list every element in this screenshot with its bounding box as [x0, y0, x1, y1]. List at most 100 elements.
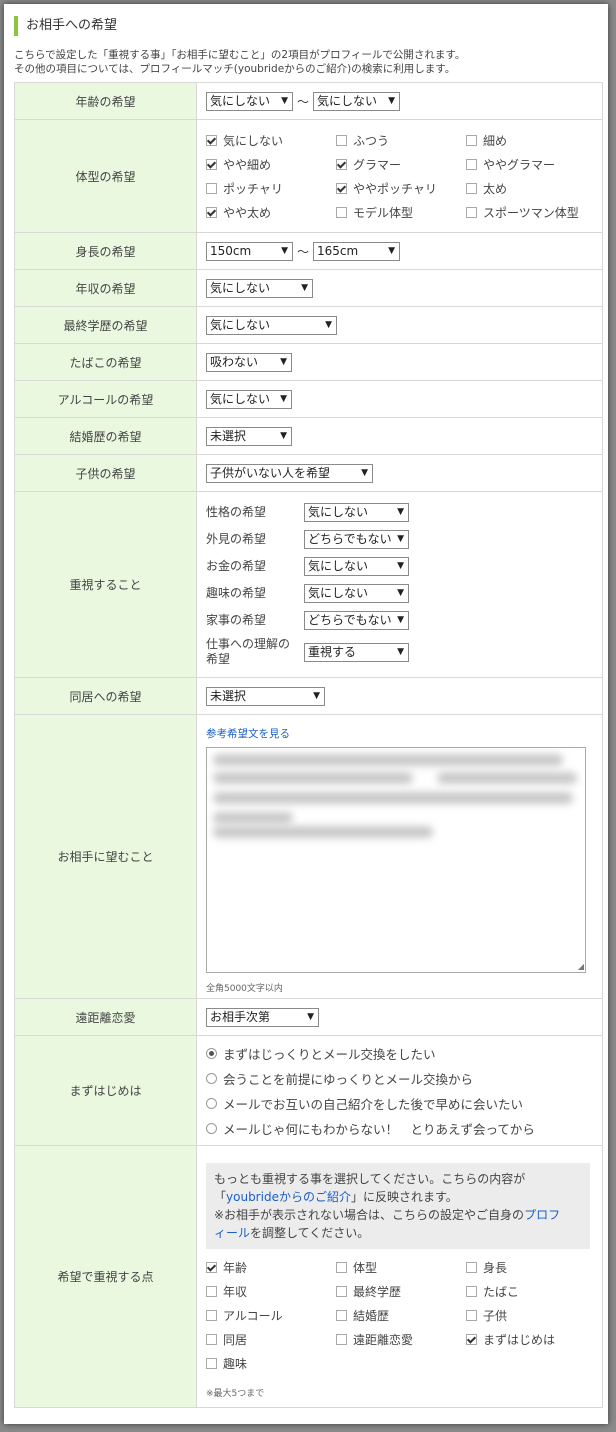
- priority-select[interactable]: 気にしない ▼: [304, 557, 409, 576]
- checkbox[interactable]: [206, 1285, 217, 1297]
- checkbox[interactable]: [206, 1261, 217, 1273]
- important-option[interactable]: 体型: [336, 1259, 466, 1276]
- distance-select[interactable]: お相手次第 ▼: [206, 1007, 319, 1027]
- checkbox[interactable]: [466, 1309, 477, 1321]
- checkbox[interactable]: [466, 206, 477, 218]
- profile-link-cont[interactable]: ィール: [214, 1226, 250, 1240]
- first-step-option[interactable]: メールでお互いの自己紹介をした後で早めに会いたい: [206, 1091, 602, 1116]
- char-limit-note: 全角5000文字以内: [206, 983, 283, 994]
- info-line-1: もっとも重視する事を選択してください。こちらの内容が: [214, 1171, 526, 1186]
- checkbox[interactable]: [466, 1333, 477, 1345]
- alcohol-select[interactable]: 気にしない ▼: [206, 389, 292, 409]
- important-option[interactable]: 年齢: [206, 1259, 336, 1276]
- cohabit-value: 未選択: [210, 688, 247, 703]
- checkbox[interactable]: [206, 1309, 217, 1321]
- income-select[interactable]: 気にしない ▼: [206, 278, 313, 298]
- checkbox[interactable]: [336, 134, 347, 146]
- important-option[interactable]: アルコール: [206, 1307, 336, 1324]
- option-label: メールでお互いの自己紹介をした後で早めに会いたい: [223, 1096, 524, 1112]
- body-type-option[interactable]: ややグラマー: [466, 156, 596, 173]
- body-type-option[interactable]: ポッチャリ: [206, 180, 336, 197]
- checkbox[interactable]: [336, 1261, 347, 1273]
- youbride-intro-link[interactable]: youbrideからのご紹介: [226, 1190, 351, 1204]
- body-type-option[interactable]: 細め: [466, 132, 596, 149]
- children-select[interactable]: 子供がいない人を希望 ▼: [206, 463, 373, 483]
- body-type-option[interactable]: グラマー: [336, 156, 466, 173]
- distance-value: お相手次第: [210, 1009, 271, 1024]
- alcohol-label: アルコールの希望: [14, 380, 197, 418]
- first-step-option[interactable]: まずはじっくりとメール交換をしたい: [206, 1041, 602, 1066]
- checkbox[interactable]: [466, 182, 477, 194]
- option-label: 最終学歴: [353, 1284, 402, 1299]
- body-type-option[interactable]: ふつう: [336, 132, 466, 149]
- priority-label: 仕事への理解の希望: [206, 637, 291, 666]
- chevron-down-icon: ▼: [281, 95, 288, 106]
- cohabit-select[interactable]: 未選択 ▼: [206, 686, 325, 706]
- radio-button[interactable]: [206, 1072, 217, 1084]
- important-option[interactable]: 遠距離恋愛: [336, 1331, 466, 1348]
- priority-select[interactable]: 気にしない ▼: [304, 503, 409, 522]
- checkbox[interactable]: [336, 1285, 347, 1297]
- radio-button[interactable]: [206, 1122, 217, 1134]
- checkbox[interactable]: [206, 182, 217, 194]
- body-type-option[interactable]: やや細め: [206, 156, 336, 173]
- body-type-option[interactable]: やや太め: [206, 204, 336, 221]
- radio-button[interactable]: [206, 1097, 217, 1109]
- resize-handle-icon[interactable]: ◢: [578, 962, 584, 971]
- age-to-value: 気にしない: [317, 93, 378, 108]
- checkbox[interactable]: [336, 182, 347, 194]
- checkbox[interactable]: [466, 158, 477, 170]
- tobacco-select[interactable]: 吸わない ▼: [206, 352, 292, 372]
- important-option[interactable]: まずはじめは: [466, 1331, 596, 1348]
- first-step-options: まずはじっくりとメール交換をしたい 会うことを前提にゆっくりとメール交換から メ…: [206, 1041, 602, 1141]
- height-to-select[interactable]: 165cm ▼: [313, 241, 400, 261]
- checkbox[interactable]: [206, 158, 217, 170]
- row-age: 年齢の希望 気にしない ▼ ～ 気にしない ▼: [14, 82, 603, 120]
- important-option[interactable]: 最終学歴: [336, 1283, 466, 1300]
- option-label: まずはじめは: [483, 1332, 556, 1347]
- checkbox[interactable]: [336, 158, 347, 170]
- body-type-option[interactable]: モデル体型: [336, 204, 466, 221]
- age-from-select[interactable]: 気にしない ▼: [206, 91, 293, 111]
- checkbox[interactable]: [336, 1333, 347, 1345]
- priority-select[interactable]: どちらでもない ▼: [304, 611, 409, 630]
- education-select[interactable]: 気にしない ▼: [206, 315, 337, 335]
- marriage-select[interactable]: 未選択 ▼: [206, 426, 292, 446]
- radio-button[interactable]: [206, 1047, 217, 1059]
- checkbox[interactable]: [336, 1309, 347, 1321]
- important-option[interactable]: 身長: [466, 1259, 596, 1276]
- checkbox[interactable]: [466, 1261, 477, 1273]
- checkbox[interactable]: [336, 206, 347, 218]
- priority-select[interactable]: 気にしない ▼: [304, 584, 409, 603]
- important-option[interactable]: たばこ: [466, 1283, 596, 1300]
- wish-textarea[interactable]: ◢: [206, 746, 586, 973]
- sample-text-link[interactable]: 参考希望文を見る: [206, 728, 290, 740]
- important-option[interactable]: 子供: [466, 1307, 596, 1324]
- first-step-option[interactable]: 会うことを前提にゆっくりとメール交換から: [206, 1066, 602, 1091]
- body-type-option[interactable]: ややポッチャリ: [336, 180, 466, 197]
- body-type-option[interactable]: 太め: [466, 180, 596, 197]
- checkbox[interactable]: [206, 134, 217, 146]
- profile-link[interactable]: プロフ: [524, 1208, 560, 1222]
- checkbox[interactable]: [206, 1357, 217, 1369]
- important-option[interactable]: 同居: [206, 1331, 336, 1348]
- body-type-option[interactable]: スポーツマン体型: [466, 204, 596, 221]
- checkbox[interactable]: [206, 206, 217, 218]
- height-from-select[interactable]: 150cm ▼: [206, 241, 293, 261]
- important-option[interactable]: 趣味: [206, 1355, 336, 1372]
- important-option[interactable]: 結婚歴: [336, 1307, 466, 1324]
- option-label: ややポッチャリ: [353, 181, 437, 196]
- option-label: 年齢: [223, 1260, 248, 1275]
- checkbox[interactable]: [206, 1333, 217, 1345]
- age-to-select[interactable]: 気にしない ▼: [313, 91, 400, 111]
- first-step-option[interactable]: メールじゃ何にもわからない！ とりあえず会ってから: [206, 1116, 602, 1141]
- alcohol-value: 気にしない: [210, 391, 271, 406]
- important-option[interactable]: 年収: [206, 1283, 336, 1300]
- chevron-down-icon: ▼: [397, 588, 404, 598]
- checkbox[interactable]: [466, 134, 477, 146]
- priority-select[interactable]: 重視する ▼: [304, 642, 409, 662]
- priority-select[interactable]: どちらでもない ▼: [304, 530, 409, 549]
- income-label: 年収の希望: [14, 269, 197, 307]
- checkbox[interactable]: [466, 1285, 477, 1297]
- body-type-option[interactable]: 気にしない: [206, 132, 336, 149]
